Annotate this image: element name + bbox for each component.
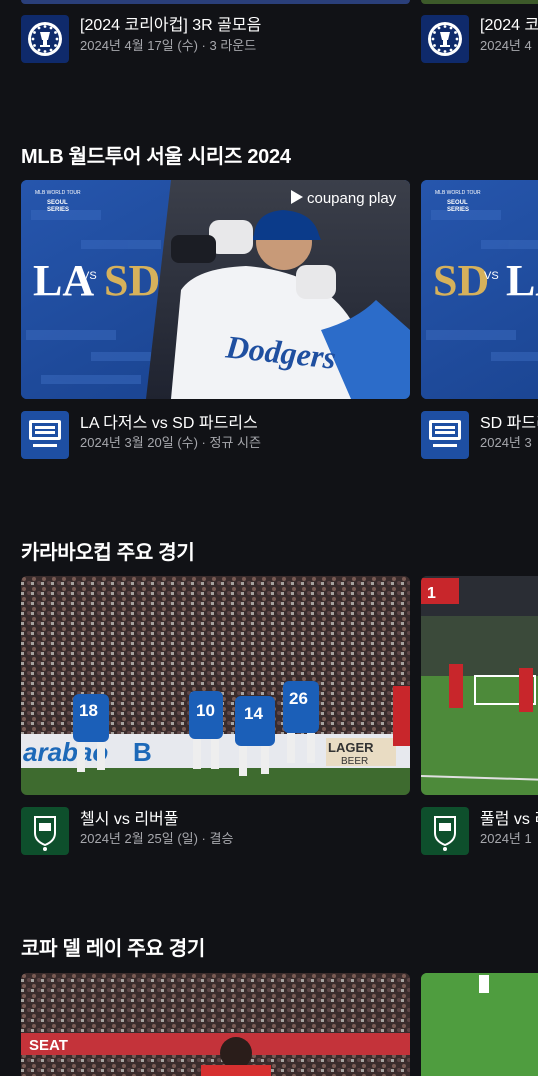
board-text: SEAT — [29, 1037, 68, 1054]
card-meta: 2024년 4월 17일 (수) · 3 라운드 — [80, 38, 257, 53]
video-card[interactable]: [2024 코리아컵] 3R 골모음 2024년 4월 17일 (수) · 3 … — [21, 0, 410, 70]
card-thumbnail[interactable]: Dodgers MLB WORLD TOUR SEOUL SERIES LA V… — [21, 180, 410, 399]
series-badge-line1: MLB WORLD TOUR — [35, 190, 81, 196]
team-b-logo: SD — [104, 256, 160, 305]
card-title: 풀럼 vs 리 — [480, 811, 538, 828]
card-meta: 2024년 1 — [480, 831, 532, 846]
team-b-logo: LA — [506, 256, 538, 305]
carabao-cup-logo-icon — [421, 807, 469, 855]
card-meta: 2024년 3 — [480, 435, 532, 450]
card-thumbnail[interactable]: MLB WORLD TOUR SEOUL SERIES SD VS LA — [421, 180, 538, 399]
section-title-mlb[interactable]: MLB 월드투어 서울 시리즈 2024 — [21, 140, 291, 169]
video-card[interactable]: arabao B LAGER BEER 18 10 14 26 첼시 vs 리버… — [21, 576, 410, 861]
carabao-row: arabao B LAGER BEER 18 10 14 26 첼시 vs 리버… — [0, 576, 538, 861]
board-text: LAGER — [328, 740, 374, 755]
player-number: 18 — [79, 701, 98, 720]
video-card[interactable]: MLB WORLD TOUR SEOUL SERIES SD VS LA SD … — [421, 180, 538, 465]
player-number: 14 — [244, 704, 263, 723]
card-thumbnail[interactable]: SEAT — [21, 973, 410, 1076]
carabao-cup-logo-icon — [21, 807, 69, 855]
card-title: [2024 코 — [480, 17, 538, 34]
video-card[interactable]: SEAT — [21, 973, 410, 1076]
board-text: B — [133, 737, 152, 767]
video-card[interactable]: [2024 코 2024년 4 — [421, 0, 538, 70]
mlb-seoul-series-logo-icon — [21, 411, 69, 459]
board-text: BEER — [341, 756, 368, 767]
series-badge-line3: SERIES — [447, 207, 469, 213]
card-meta: 2024년 2월 25일 (일) · 결승 — [80, 831, 234, 846]
card-title: SD 파드리 — [480, 415, 538, 432]
video-card[interactable] — [421, 973, 538, 1076]
card-title: 첼시 vs 리버풀 — [80, 811, 179, 828]
card-meta: 2024년 4 — [480, 38, 532, 53]
team-a-logo: SD — [433, 256, 489, 305]
series-badge-line2: SEOUL — [47, 200, 68, 206]
video-card[interactable]: 1 풀럼 vs 리 2024년 1 — [421, 576, 538, 861]
series-badge-line3: SERIES — [47, 207, 69, 213]
korea-cup-row: [2024 코리아컵] 3R 골모음 2024년 4월 17일 (수) · 3 … — [0, 0, 538, 70]
card-thumbnail[interactable] — [421, 973, 538, 1076]
korea-cup-logo-icon — [421, 15, 469, 63]
copa-row: SEAT — [0, 973, 538, 1076]
section-title-carabao[interactable]: 카라바오컵 주요 경기 — [21, 536, 195, 565]
card-title: LA 다저스 vs SD 파드리스 — [80, 415, 258, 432]
series-badge-line1: MLB WORLD TOUR — [435, 190, 481, 196]
player-number: 26 — [289, 689, 308, 708]
brand-watermark: coupang play — [307, 190, 397, 207]
vs-label: VS — [484, 270, 499, 282]
series-badge-line2: SEOUL — [447, 200, 468, 206]
card-meta: 2024년 3월 20일 (수) · 정규 시즌 — [80, 435, 261, 450]
section-title-copa[interactable]: 코파 델 레이 주요 경기 — [21, 932, 205, 961]
mlb-seoul-series-logo-icon — [421, 411, 469, 459]
score-badge: 1 — [427, 585, 436, 602]
vs-label: VS — [82, 270, 97, 282]
card-thumbnail[interactable]: arabao B LAGER BEER 18 10 14 26 — [21, 576, 410, 795]
video-card[interactable]: Dodgers MLB WORLD TOUR SEOUL SERIES LA V… — [21, 180, 410, 465]
card-title: [2024 코리아컵] 3R 골모음 — [80, 17, 262, 34]
card-thumbnail[interactable]: 1 — [421, 576, 538, 795]
korea-cup-logo-icon — [21, 15, 69, 63]
mlb-row: Dodgers MLB WORLD TOUR SEOUL SERIES LA V… — [0, 180, 538, 465]
player-number: 10 — [196, 701, 215, 720]
